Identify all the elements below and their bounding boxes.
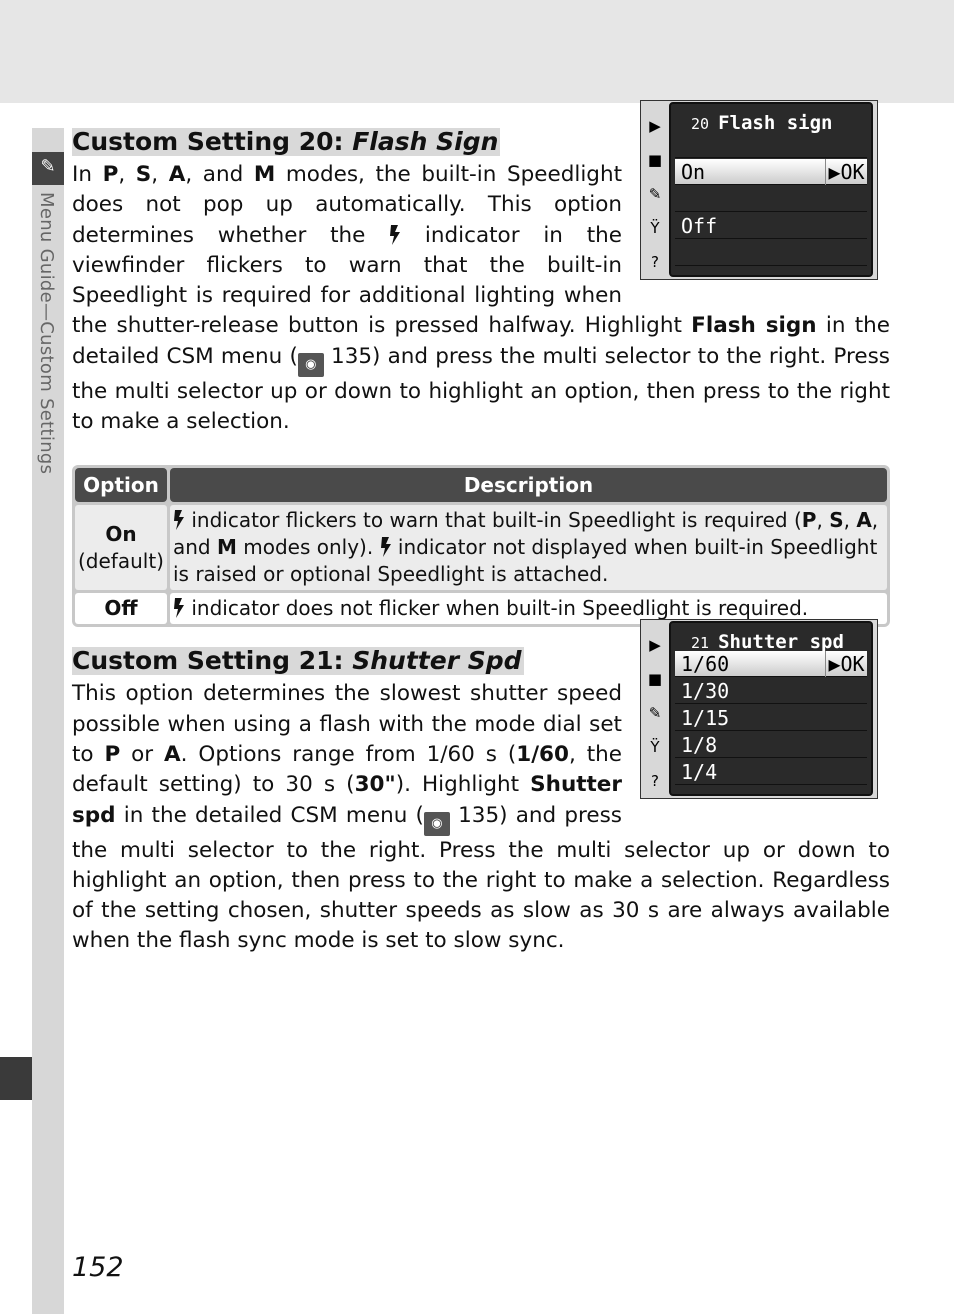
flash-icon (380, 537, 392, 558)
text-run: , (151, 162, 169, 187)
text-run: or (120, 741, 165, 767)
bold-term: S (829, 508, 844, 533)
section-cs21: Custom Setting 21: Shutter Spd ▶ ■ ✎ Ÿ? 21 S… (72, 619, 890, 956)
bold-term: P (102, 162, 119, 187)
wrench-icon: Ÿ (650, 738, 660, 757)
bold-term: S (135, 162, 152, 187)
bold-term: Flash sign (691, 313, 817, 339)
text-run: modes only). (236, 535, 380, 560)
option-cell: Off (75, 593, 167, 625)
page-reference-icon: ◉ (423, 811, 450, 836)
text-run: indicator does not flicker when built-in… (184, 596, 809, 621)
menu-option: 1/30 (675, 678, 867, 705)
bold-term: P (801, 508, 817, 533)
text-run: , (843, 508, 857, 533)
thumb-tab (0, 1057, 32, 1100)
menu-option: 1/15 (675, 705, 867, 732)
header-band (0, 0, 954, 103)
wrench-icon: Ÿ (650, 219, 660, 237)
text-run: . Options range from 1/60 s ( (180, 741, 517, 767)
bold-term: M (216, 535, 237, 560)
menu-display: 21 Shutter spd 1/60 ▶OK 1/30 1/15 1/8 1/4 (669, 621, 873, 797)
menu-display: 20 Flash sign On ▶OK Off (669, 102, 873, 277)
ok-indicator: ▶OK (825, 159, 867, 185)
bold-term: A (856, 508, 872, 533)
flash-icon (173, 598, 185, 619)
column-header-description: Description (169, 468, 887, 503)
pencil-icon: ✎ (648, 185, 662, 203)
page-content: Custom Setting 20: Flash Sign ▶ ■ ✎ Ÿ? 20 Fl… (72, 100, 890, 957)
page-number: 152 (72, 1252, 124, 1283)
text-run: ). Highlight (395, 772, 531, 798)
playback-icon: ▶ (649, 117, 661, 135)
menu-option: Off (675, 213, 867, 239)
menu-option: 1/8 (675, 732, 867, 759)
text-run: , (816, 508, 830, 533)
help-icon: ? (651, 253, 659, 271)
flash-icon (389, 224, 401, 245)
playback-icon: ▶ (649, 636, 661, 655)
menu-option (675, 240, 867, 266)
menu-screenshot: ▶ ■ ✎ Ÿ? 20 Flash sign On ▶OK Off (640, 100, 878, 280)
menu-tab-icons: ▶ ■ ✎ Ÿ? (644, 628, 666, 798)
camera-icon: ■ (647, 151, 663, 169)
text-run: indicator flickers to warn that built-in… (184, 508, 802, 533)
menu-option: On ▶OK (675, 159, 867, 185)
bold-term: P (104, 741, 121, 767)
bold-term: 1/60 (516, 741, 569, 767)
pencil-icon: ✎ (648, 704, 662, 723)
help-icon: ? (651, 772, 659, 791)
text-run: , (118, 162, 136, 187)
pencil-icon: ✎ (32, 152, 64, 185)
menu-screenshot: ▶ ■ ✎ Ÿ? 21 Shutter spd 1/60 ▶OK 1/30 1/15 1/8 1/4 (640, 619, 878, 800)
bold-term: M (253, 162, 276, 187)
description-cell: indicator flickers to warn that built-in… (169, 505, 887, 591)
menu-tab-icons: ▶ ■ ✎ Ÿ? (644, 109, 666, 279)
text-run: in the detailed CSM menu ( (115, 802, 424, 828)
section-heading: Custom Setting 20: Flash Sign (72, 127, 501, 156)
table-row: On (default) indicator flickers to warn t… (75, 505, 887, 591)
column-header-option: Option (75, 468, 167, 503)
section-cs20: Custom Setting 20: Flash Sign ▶ ■ ✎ Ÿ? 20 Fl… (72, 100, 890, 437)
menu-option (675, 186, 867, 212)
flash-icon (173, 510, 185, 531)
camera-icon: ■ (647, 670, 663, 689)
bold-term: 30" (354, 772, 396, 798)
section-heading: Custom Setting 21: Shutter Spd (72, 646, 524, 676)
menu-option: 1/60 ▶OK (675, 651, 867, 678)
table-header-row: Option Description (75, 468, 887, 503)
bold-term: A (168, 162, 186, 187)
options-table: Option Description On (default) indicator… (72, 465, 890, 628)
menu-option (675, 132, 867, 158)
bold-term: A (164, 741, 181, 767)
ok-indicator: ▶OK (825, 651, 867, 678)
text-run: In (72, 162, 103, 187)
option-cell: On (default) (75, 505, 167, 591)
text-run: , and (185, 162, 254, 187)
page-reference-icon: ◉ (297, 352, 324, 377)
menu-option: 1/4 (675, 759, 867, 786)
sidebar-label: Menu Guide—Custom Settings (36, 192, 57, 475)
